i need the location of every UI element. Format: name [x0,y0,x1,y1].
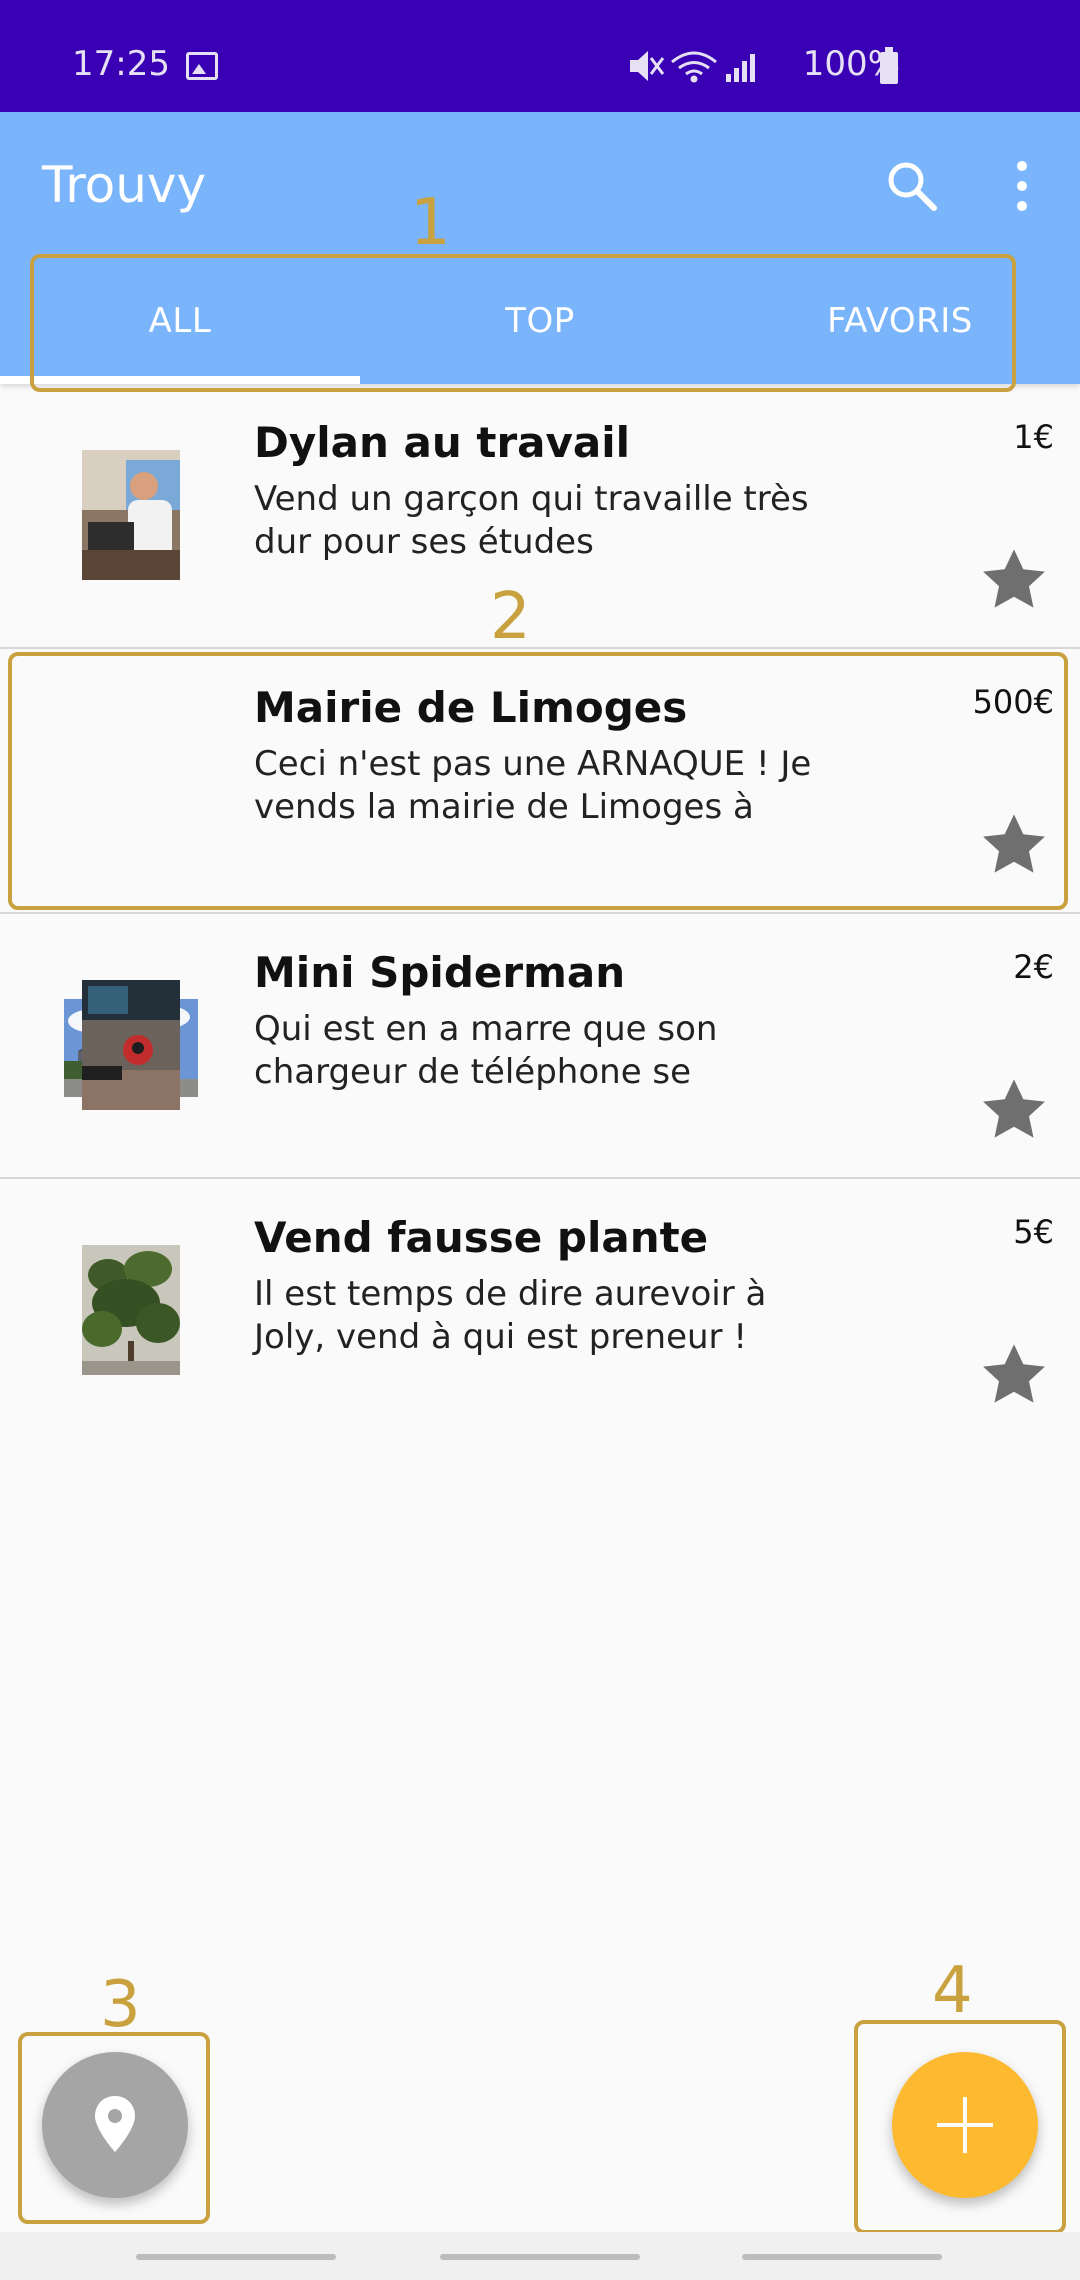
annotation-box-2 [8,652,1068,910]
signal-icon [726,54,755,82]
location-button[interactable] [42,2052,188,2198]
search-icon[interactable] [884,158,940,214]
plus-icon [937,2097,993,2153]
thumbnail-image [82,980,180,1110]
mute-icon [630,51,665,81]
status-icons [630,51,755,83]
item-title: Vend fausse plante [254,1213,709,1262]
annotation-number-3: 3 [100,1968,141,2042]
item-price: 2€ [1013,948,1054,986]
item-price: 5€ [1013,1213,1054,1251]
item-description: Il est temps de dire aurevoir à Joly, ve… [254,1274,767,1357]
list-item[interactable]: Mini Spiderman Qui est en a marre que so… [0,914,1080,1179]
list-item[interactable]: Dylan au travail Vend un garçon qui trav… [0,384,1080,649]
item-title: Dylan au travail [254,418,631,467]
nav-back-button[interactable] [742,2254,942,2260]
thumbnail-image [82,1245,180,1375]
item-description: Vend un garçon qui travaille très dur po… [254,479,809,562]
nav-home-button[interactable] [440,2254,640,2260]
status-bar: 17:25 100% [0,0,1080,112]
listing-list: Dylan au travail Vend un garçon qui trav… [0,384,1080,1444]
status-time: 17:25 [72,44,170,84]
star-icon[interactable] [978,1339,1050,1411]
annotation-box-1 [30,254,1016,392]
nav-recent-button[interactable] [136,2254,336,2260]
item-price: 1€ [1013,418,1054,456]
more-vert-icon[interactable] [1000,158,1044,214]
add-listing-button[interactable] [892,2052,1038,2198]
app-bar: Trouvy [0,112,1080,258]
star-icon[interactable] [978,544,1050,616]
annotation-number-1: 1 [410,186,451,260]
list-item[interactable]: Vend fausse plante Il est temps de dire … [0,1179,1080,1444]
system-nav-bar [0,2232,1080,2280]
annotation-number-2: 2 [490,580,531,654]
image-notification-icon [186,52,218,80]
item-description: Qui est en a marre que son chargeur de t… [254,1009,718,1092]
location-pin-icon [95,2096,135,2152]
app-title: Trouvy [42,156,207,214]
thumbnail-image [82,450,180,580]
star-icon[interactable] [978,1074,1050,1146]
battery-icon [880,47,898,84]
wifi-icon [671,51,717,83]
annotation-number-4: 4 [932,1954,973,2028]
item-title: Mini Spiderman [254,948,626,997]
